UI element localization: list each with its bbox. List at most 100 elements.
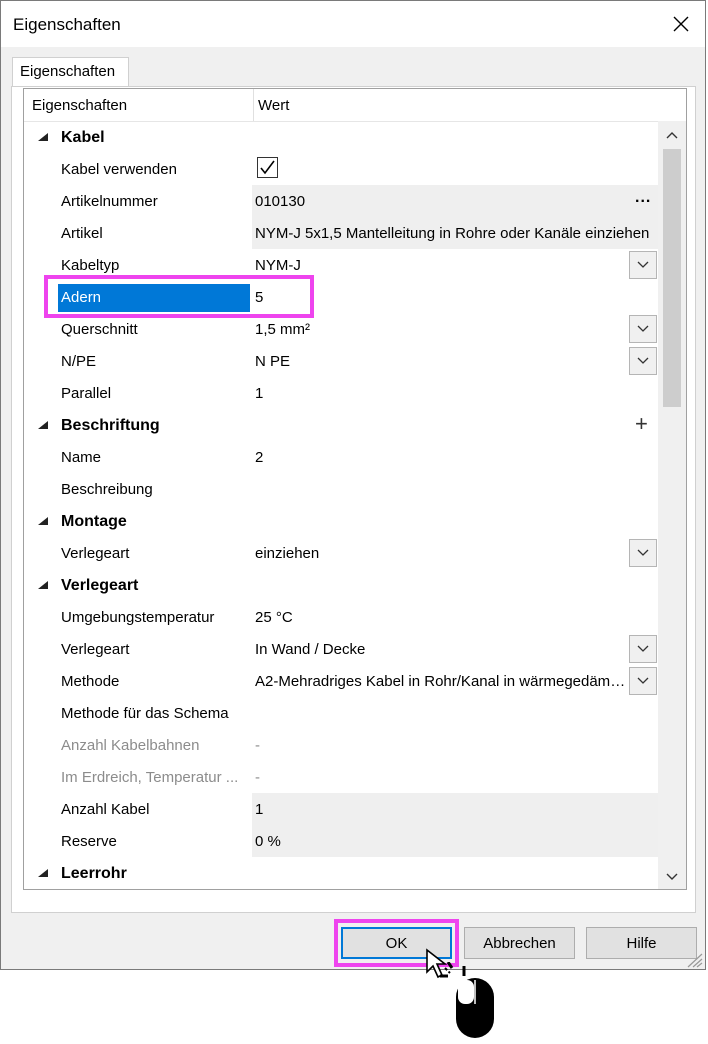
property-row-im-erdreich-temperatur[interactable]: Im Erdreich, Temperatur ... -	[24, 761, 658, 793]
property-grid: Eigenschaften Wert Kabel Kabel verwenden A…	[23, 88, 687, 890]
property-label: Verlegeart	[61, 545, 130, 562]
header-name: Eigenschaften	[32, 97, 128, 114]
grid-header: Eigenschaften Wert	[24, 89, 686, 122]
chevron-down-icon	[637, 677, 649, 684]
checkbox[interactable]	[257, 157, 278, 178]
property-label: Artikel	[61, 225, 103, 242]
property-value[interactable]: 25 °C	[255, 609, 655, 626]
property-label: Anzahl Kabelbahnen	[61, 737, 200, 754]
property-label: Methode für das Schema	[61, 705, 229, 722]
property-value[interactable]: 1	[255, 801, 655, 818]
category-montage[interactable]: Montage	[24, 505, 658, 537]
property-value[interactable]: -	[255, 737, 655, 754]
tab-eigenschaften[interactable]: Eigenschaften	[12, 57, 129, 87]
property-value[interactable]: In Wand / Decke	[255, 641, 627, 658]
dropdown-button[interactable]	[629, 315, 657, 343]
property-value[interactable]: N PE	[255, 353, 627, 370]
property-label: Name	[61, 449, 102, 466]
property-value[interactable]: 010130	[255, 193, 627, 210]
property-label: Methode	[61, 673, 120, 690]
property-label: Artikelnummer	[61, 193, 158, 210]
property-row-artikel[interactable]: Artikel NYM-J 5x1,5 Mantelleitung in Rohr…	[24, 217, 658, 249]
property-label: Kabeltyp	[61, 257, 120, 274]
property-label: Beschreibung	[61, 481, 153, 498]
property-label: Reserve	[61, 833, 117, 850]
dropdown-button[interactable]	[629, 667, 657, 695]
scroll-up-button[interactable]	[658, 125, 686, 145]
category-label: Kabel	[61, 129, 105, 146]
resize-grip-icon[interactable]	[684, 950, 704, 968]
dropdown-button[interactable]	[629, 347, 657, 375]
chevron-down-icon	[637, 645, 649, 652]
property-row-umgebungstemperatur[interactable]: Umgebungstemperatur 25 °C	[24, 601, 658, 633]
cancel-label: Abbrechen	[483, 934, 556, 952]
header-value: Wert	[258, 97, 290, 114]
category-kabel[interactable]: Kabel	[24, 121, 658, 153]
adern-highlight-frame	[44, 275, 314, 318]
triangle-collapse-icon[interactable]	[38, 133, 48, 141]
mouse-click-icon	[440, 962, 494, 1038]
property-value[interactable]: 1	[255, 385, 655, 402]
close-icon	[673, 16, 689, 32]
browse-ellipsis-button[interactable]: ...	[635, 189, 651, 207]
triangle-collapse-icon[interactable]	[38, 517, 48, 525]
chevron-up-icon	[666, 132, 678, 139]
property-label: Kabel verwenden	[61, 161, 177, 178]
vertical-scrollbar[interactable]	[658, 121, 686, 889]
category-label: Montage	[61, 513, 127, 530]
property-value[interactable]: 1,5 mm²	[255, 321, 627, 338]
property-row-verlegeart[interactable]: Verlegeart einziehen	[24, 537, 658, 569]
triangle-collapse-icon[interactable]	[38, 581, 48, 589]
category-label: Leerrohr	[61, 865, 127, 882]
close-button[interactable]	[661, 7, 701, 41]
property-value[interactable]: einziehen	[255, 545, 627, 562]
triangle-collapse-icon[interactable]	[38, 421, 48, 429]
help-label: Hilfe	[626, 934, 657, 952]
chevron-down-icon	[637, 325, 649, 332]
dropdown-button[interactable]	[629, 635, 657, 663]
dropdown-button[interactable]	[629, 539, 657, 567]
header-divider[interactable]	[253, 89, 254, 121]
property-row-anzahl-kabel[interactable]: Anzahl Kabel 1	[24, 793, 658, 825]
property-label: Anzahl Kabel	[61, 801, 150, 818]
checkmark-icon	[260, 160, 275, 175]
property-row-anzahl-kabelbahnen[interactable]: Anzahl Kabelbahnen -	[24, 729, 658, 761]
chevron-down-icon	[637, 549, 649, 556]
property-value[interactable]: -	[255, 769, 655, 786]
dropdown-button[interactable]	[629, 251, 657, 279]
property-row-parallel[interactable]: Parallel 1	[24, 377, 658, 409]
property-row-verlegeart[interactable]: Verlegeart In Wand / Decke	[24, 633, 658, 665]
property-value[interactable]: 5	[255, 289, 655, 306]
property-row-reserve[interactable]: Reserve 0 %	[24, 825, 658, 857]
property-label: N/PE	[61, 353, 97, 370]
help-button[interactable]: Hilfe	[586, 927, 697, 959]
scroll-down-button[interactable]	[658, 867, 686, 887]
triangle-collapse-icon[interactable]	[38, 869, 48, 877]
property-row-n-pe[interactable]: N/PE N PE	[24, 345, 658, 377]
property-value[interactable]: NYM-J 5x1,5 Mantelleitung in Rohre oder …	[255, 225, 655, 242]
title-bar: Eigenschaften	[1, 1, 705, 47]
property-value[interactable]: A2-Mehradriges Kabel in Rohr/Kanal in wä…	[255, 673, 627, 690]
scroll-thumb[interactable]	[663, 149, 681, 407]
category-leerrohr[interactable]: Leerrohr	[24, 857, 658, 889]
window-title: Eigenschaften	[13, 15, 121, 34]
property-row-artikelnummer[interactable]: Artikelnummer 010130...	[24, 185, 658, 217]
property-row-methode-f-r-das-schema[interactable]: Methode für das Schema	[24, 697, 658, 729]
property-label: Verlegeart	[61, 641, 130, 658]
property-row-kabel-verwenden[interactable]: Kabel verwenden	[24, 153, 658, 185]
add-icon[interactable]: +	[635, 411, 648, 437]
property-row-beschreibung[interactable]: Beschreibung	[24, 473, 658, 505]
cancel-button[interactable]: Abbrechen	[464, 927, 575, 959]
property-label: Umgebungstemperatur	[61, 609, 215, 626]
category-label: Verlegeart	[61, 577, 139, 594]
property-label: Im Erdreich, Temperatur ...	[61, 769, 239, 786]
category-label: Beschriftung	[61, 417, 160, 434]
tab-label: Eigenschaften	[20, 63, 116, 80]
category-beschriftung[interactable]: Beschriftung +	[24, 409, 658, 441]
property-value[interactable]: 0 %	[255, 833, 655, 850]
property-value[interactable]: NYM-J	[255, 257, 627, 274]
property-value[interactable]: 2	[255, 449, 655, 466]
property-row-name[interactable]: Name 2	[24, 441, 658, 473]
property-row-methode[interactable]: Methode A2-Mehradriges Kabel in Rohr/Kana…	[24, 665, 658, 697]
category-verlegeart[interactable]: Verlegeart	[24, 569, 658, 601]
